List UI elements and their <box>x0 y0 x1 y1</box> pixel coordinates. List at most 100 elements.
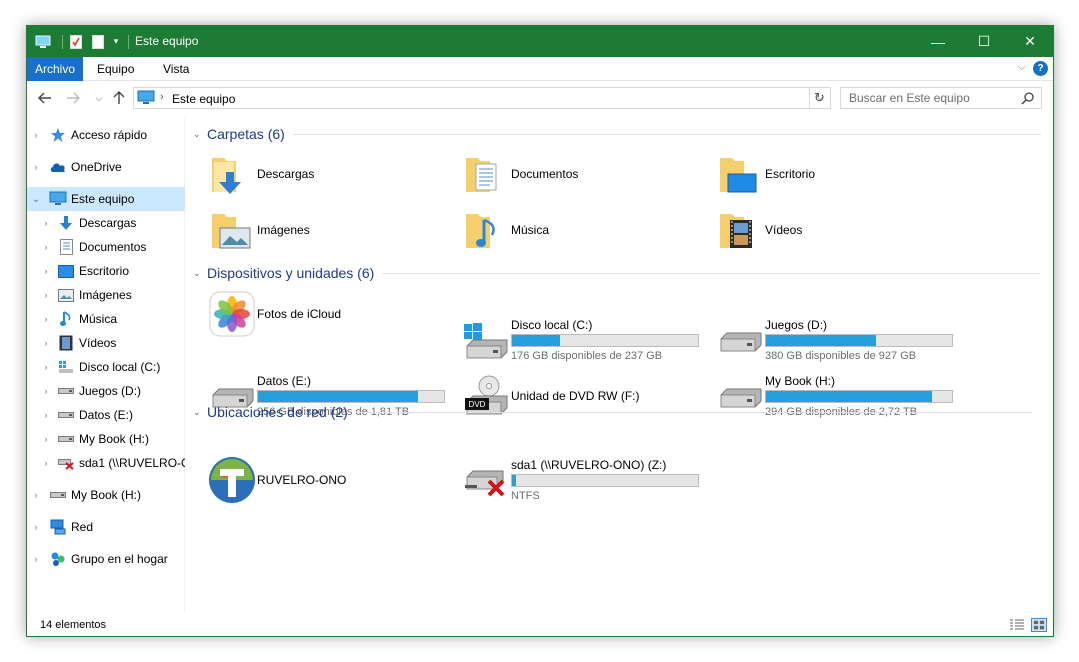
group-header-dispositivos[interactable]: ⌄ Dispositivos y unidades (6) <box>193 261 1041 285</box>
tab-vista[interactable]: Vista <box>153 57 199 81</box>
music-folder-icon <box>461 205 511 255</box>
properties-icon[interactable] <box>67 26 85 57</box>
title-bar[interactable]: ▾ Este equipo — ☐ ✕ <box>27 26 1053 57</box>
sidebar-item-my-book-h[interactable]: › My Book (H:) <box>27 427 185 451</box>
folder-tile-musica[interactable]: Música <box>461 204 711 256</box>
expand-chevron-icon[interactable]: › <box>31 130 41 140</box>
folder-name: Escritorio <box>765 167 816 181</box>
collapse-chevron-icon[interactable]: ⌄ <box>193 407 207 418</box>
search-icon[interactable] <box>1021 91 1035 105</box>
tab-equipo[interactable]: Equipo <box>87 57 144 81</box>
expand-chevron-icon[interactable]: › <box>31 162 41 172</box>
expand-chevron-icon[interactable]: › <box>31 522 41 532</box>
maximize-button[interactable]: ☐ <box>961 26 1007 57</box>
sidebar-item-datos-e[interactable]: › Datos (E:) <box>27 403 185 427</box>
expand-chevron-icon[interactable]: › <box>41 410 51 420</box>
device-tile-icloud-photos[interactable]: Fotos de iCloud <box>207 288 457 340</box>
expand-chevron-icon[interactable]: › <box>41 434 51 444</box>
sidebar-item-juegos-d[interactable]: › Juegos (D:) <box>27 379 185 403</box>
breadcrumb[interactable]: Este equipo <box>172 92 235 106</box>
sidebar-item-label: OneDrive <box>71 160 122 174</box>
sidebar-item-escritorio[interactable]: › Escritorio <box>27 259 185 283</box>
new-folder-icon[interactable] <box>89 26 107 57</box>
close-button[interactable]: ✕ <box>1007 26 1053 57</box>
device-tile-juegos-d[interactable]: Juegos (D:) 380 GB disponibles de 927 GB <box>715 314 965 366</box>
expand-chevron-icon[interactable]: › <box>31 490 41 500</box>
folder-tile-documentos[interactable]: Documentos <box>461 148 711 200</box>
expand-chevron-icon[interactable]: › <box>41 266 51 276</box>
desktop-icon <box>57 262 75 280</box>
sidebar-item-grupo-hogar[interactable]: › Grupo en el hogar <box>27 547 185 571</box>
sidebar-item-descargas[interactable]: › Descargas <box>27 211 185 235</box>
sidebar-item-videos[interactable]: › Vídeos <box>27 331 185 355</box>
folder-name: Descargas <box>257 167 315 181</box>
folder-tile-escritorio[interactable]: Escritorio <box>715 148 965 200</box>
details-view-icon[interactable] <box>1009 618 1025 632</box>
folder-tile-descargas[interactable]: Descargas <box>207 148 457 200</box>
tiles-view-icon[interactable] <box>1031 618 1047 632</box>
downloads-folder-icon <box>207 149 257 199</box>
sidebar-item-onedrive[interactable]: › OneDrive <box>27 155 185 179</box>
free-space: 380 GB disponibles de 927 GB <box>765 350 917 362</box>
system-drive-icon <box>461 315 511 365</box>
expand-chevron-icon[interactable]: › <box>41 242 51 252</box>
sidebar-item-red[interactable]: › Red <box>27 515 185 539</box>
music-icon <box>57 310 75 328</box>
forward-arrow-icon <box>67 92 80 104</box>
file-explorer-window: ▾ Este equipo — ☐ ✕ Archivo Equipo Vista… <box>26 25 1054 637</box>
expand-chevron-icon[interactable]: › <box>41 386 51 396</box>
sidebar-item-este-equipo[interactable]: ⌄ Este equipo <box>27 187 185 211</box>
navigation-bar: ⌵ › Este equipo ⌵ ↻ <box>27 82 1053 114</box>
expand-chevron-icon[interactable]: › <box>41 338 51 348</box>
breadcrumb-separator-icon[interactable]: › <box>160 91 164 103</box>
expand-chevron-icon[interactable]: › <box>41 362 51 372</box>
sidebar-item-documentos[interactable]: › Documentos <box>27 235 185 259</box>
close-icon: ✕ <box>1024 33 1036 49</box>
search-input[interactable] <box>841 88 1017 108</box>
help-button[interactable]: ? <box>1033 61 1048 76</box>
search-box[interactable] <box>840 87 1042 109</box>
sidebar-item-label: Escritorio <box>79 264 130 278</box>
refresh-button[interactable]: ↻ <box>809 88 829 108</box>
folder-tile-imagenes[interactable]: Imágenes <box>207 204 457 256</box>
group-header-carpetas[interactable]: ⌄ Carpetas (6) <box>193 122 1041 146</box>
minimize-button[interactable]: — <box>915 26 961 57</box>
expand-chevron-icon[interactable]: › <box>41 290 51 300</box>
usage-bar <box>511 474 699 487</box>
sidebar-item-musica[interactable]: › Música <box>27 307 185 331</box>
sidebar-item-acceso-rapido[interactable]: › Acceso rápido <box>27 123 185 147</box>
separator <box>59 26 65 57</box>
folder-tile-videos[interactable]: Vídeos <box>715 204 965 256</box>
sidebar-item-my-book-h-root[interactable]: › My Book (H:) <box>27 483 185 507</box>
up-button[interactable] <box>109 88 129 108</box>
maximize-icon: ☐ <box>977 33 991 49</box>
expand-chevron-icon[interactable]: › <box>31 554 41 564</box>
tab-archivo[interactable]: Archivo <box>27 57 83 81</box>
drive-name: Datos (E:) <box>257 374 312 388</box>
back-button[interactable] <box>35 88 55 108</box>
status-bar: 14 elementos <box>27 612 1053 636</box>
expand-chevron-icon[interactable]: › <box>41 218 51 228</box>
usage-bar-fill <box>512 335 561 346</box>
group-divider <box>292 133 1041 135</box>
group-header-ubicaciones[interactable]: ⌄ Ubicaciones de red (2) <box>193 400 1032 424</box>
collapse-chevron-icon[interactable]: ⌄ <box>193 268 207 279</box>
router-device-icon <box>207 455 257 505</box>
sidebar-item-disco-local-c[interactable]: › Disco local (C:) <box>27 355 185 379</box>
navigation-pane: › Acceso rápido › OneDrive ⌄ Este equipo… <box>27 118 185 612</box>
customize-toolbar-icon[interactable]: ▾ <box>109 26 123 57</box>
expand-ribbon-icon[interactable]: ⌵ <box>1018 61 1026 74</box>
forward-button[interactable] <box>63 88 83 108</box>
collapse-chevron-icon[interactable]: ⌄ <box>193 129 207 140</box>
sidebar-item-sda1[interactable]: › sda1 (\\RUVELRO-ONO) (Z:) <box>27 451 186 475</box>
free-space: 176 GB disponibles de 237 GB <box>511 350 663 362</box>
device-tile-disco-local-c[interactable]: Disco local (C:) 176 GB disponibles de 2… <box>461 314 711 366</box>
network-tile-ruvelro-ono[interactable]: RUVELRO-ONO <box>207 454 457 506</box>
sidebar-item-imagenes[interactable]: › Imágenes <box>27 283 185 307</box>
address-bar[interactable]: › Este equipo ⌵ <box>133 87 831 109</box>
network-tile-sda1[interactable]: sda1 (\\RUVELRO-ONO) (Z:) NTFS <box>461 454 711 506</box>
expand-chevron-icon[interactable]: › <box>41 458 51 468</box>
expand-chevron-icon[interactable]: › <box>41 314 51 324</box>
collapse-chevron-icon[interactable]: ⌄ <box>31 194 41 205</box>
recent-locations-button[interactable]: ⌵ <box>89 88 109 108</box>
